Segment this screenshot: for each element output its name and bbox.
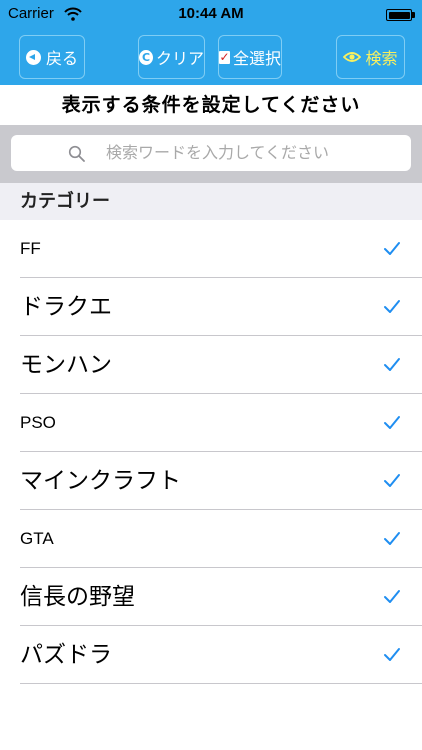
list-item-label: GTA: [20, 529, 54, 548]
category-list: FF ドラクエモンハン PSO マインクラフト GTA 信長の野望パズドラ: [0, 220, 422, 684]
checkmark-icon: [384, 300, 400, 313]
search-input[interactable]: 検索ワードを入力してください: [11, 135, 411, 171]
list-item[interactable]: GTA: [20, 510, 422, 568]
list-item-label: FF: [20, 239, 41, 258]
toolbar: 戻る C クリア ✓ 全選択 検索: [0, 30, 422, 85]
section-header: カテゴリー: [0, 183, 422, 220]
clear-button[interactable]: C クリア: [138, 35, 205, 79]
list-item-label: 信長の野望: [20, 584, 135, 610]
list-item-label: ドラクエ: [20, 294, 112, 320]
list-item[interactable]: モンハン: [20, 336, 422, 394]
back-button[interactable]: 戻る: [19, 35, 85, 79]
checkmark-icon: [384, 416, 400, 429]
checkmark-icon: [384, 358, 400, 371]
list-item[interactable]: 信長の野望: [20, 568, 422, 626]
checkbox-icon: ✓: [219, 49, 230, 64]
list-item-label: マインクラフト: [20, 468, 181, 494]
back-arrow-icon: [25, 49, 41, 65]
search-button[interactable]: 検索: [336, 35, 405, 79]
checkmark-icon: [384, 242, 400, 255]
list-item[interactable]: マインクラフト: [20, 452, 422, 510]
list-item[interactable]: パズドラ: [20, 626, 422, 684]
battery-tip: [412, 12, 415, 18]
checkmark-icon: [384, 474, 400, 487]
back-button-label: 戻る: [45, 49, 78, 68]
checkmark-icon: [384, 590, 400, 603]
list-item[interactable]: PSO: [20, 394, 422, 452]
status-bar: Carrier 10:44 AM: [0, 0, 422, 30]
clear-button-label: クリア: [155, 49, 204, 68]
list-item[interactable]: ドラクエ: [20, 278, 422, 336]
battery-icon: [386, 9, 412, 21]
search-icon: [68, 145, 85, 162]
eye-icon: [343, 52, 362, 62]
checkmark-icon: [384, 532, 400, 545]
checkmark-icon: [384, 648, 400, 661]
section-header-label: カテゴリー: [20, 191, 110, 212]
page-title: 表示する条件を設定してください: [0, 85, 422, 125]
search-button-label: 検索: [365, 49, 398, 68]
search-placeholder: 検索ワードを入力してください: [106, 143, 330, 162]
search-bar: 検索ワードを入力してください: [0, 125, 422, 183]
list-item-label: パズドラ: [20, 642, 112, 668]
clear-icon: C: [139, 49, 153, 65]
list-item-label: モンハン: [20, 352, 112, 378]
select-all-button[interactable]: ✓ 全選択: [218, 35, 282, 79]
list-item[interactable]: FF: [20, 220, 422, 278]
list-item-label: PSO: [20, 413, 56, 432]
select-all-label: 全選択: [232, 49, 281, 68]
status-time: 10:44 AM: [178, 5, 244, 22]
